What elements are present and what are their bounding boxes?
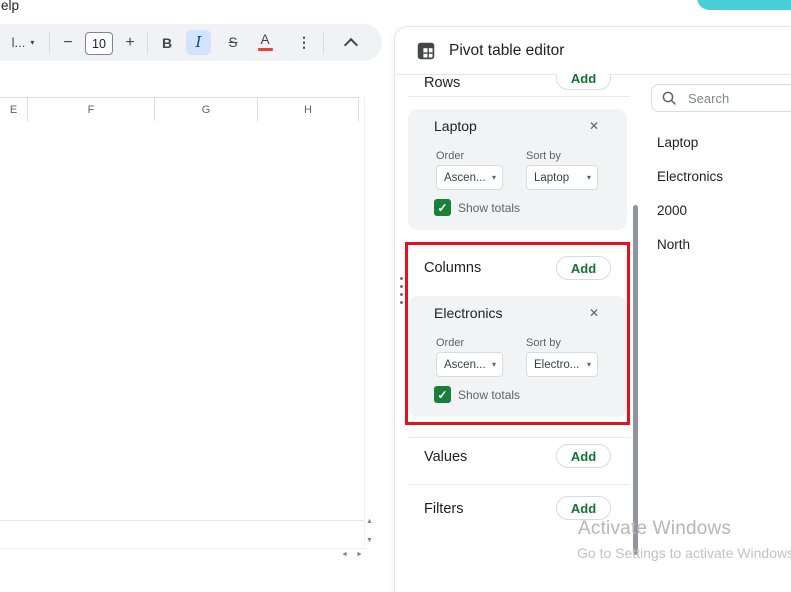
toolbar: l... ▾ − 10 + B I S A ⋮ [0, 24, 382, 61]
font-family-dropdown[interactable]: l... ▾ [0, 24, 46, 61]
rows-add-button[interactable]: Add [556, 74, 611, 90]
text-color-button[interactable]: A [252, 24, 278, 61]
chevron-down-icon: ▾ [491, 173, 496, 182]
section-divider [408, 96, 630, 97]
column-header-g[interactable]: G [155, 98, 258, 121]
column-header-e[interactable]: E [0, 98, 28, 121]
bold-button[interactable]: B [153, 24, 181, 61]
pivot-editor-header: Pivot table editor [395, 27, 791, 75]
sortby-dropdown[interactable]: Electro... ▾ [526, 352, 598, 377]
columns-add-button[interactable]: Add [556, 256, 611, 280]
chevron-down-icon: ▾ [586, 360, 591, 369]
filters-add-button[interactable]: Add [556, 496, 611, 520]
panel-scrollbar-thumb[interactable] [633, 205, 638, 555]
field-item-2000[interactable]: 2000 [657, 203, 687, 218]
toolbar-divider [323, 32, 324, 53]
decrease-font-size-button[interactable]: − [55, 24, 81, 61]
order-value: Ascen... [444, 358, 486, 371]
close-icon[interactable]: ✕ [585, 304, 603, 322]
toolbar-divider [147, 32, 148, 53]
rows-section-header: Rows Add [408, 74, 630, 96]
text-color-letter: A [260, 32, 270, 47]
sortby-value: Laptop [534, 171, 570, 184]
drag-dot-icon [399, 301, 403, 304]
sortby-label: Sort by [526, 150, 561, 162]
toolbar-divider [49, 32, 50, 53]
chevron-down-icon: ▾ [586, 173, 591, 182]
columns-label: Columns [424, 260, 482, 276]
sortby-value: Electro... [534, 358, 580, 371]
panel-resize-handle[interactable] [397, 277, 405, 304]
order-dropdown[interactable]: Ascen... ▾ [436, 352, 503, 377]
show-totals-label: Show totals [458, 201, 521, 215]
sortby-dropdown[interactable]: Laptop ▾ [526, 165, 598, 190]
close-icon[interactable]: ✕ [585, 117, 603, 135]
increase-font-size-button[interactable]: + [117, 24, 143, 61]
search-input[interactable] [686, 89, 790, 107]
sheet-canvas[interactable] [0, 121, 364, 520]
filters-label: Filters [424, 501, 464, 517]
sortby-label: Sort by [526, 337, 561, 349]
italic-button-active[interactable]: I [186, 30, 211, 55]
text-color-swatch [257, 48, 273, 51]
field-card-title: Electronics [434, 305, 503, 321]
scroll-left-icon[interactable]: ◄ [341, 551, 348, 558]
horizontal-scrollbar[interactable] [0, 548, 366, 564]
pivot-rows-field-card: Laptop ✕ Order Sort by Ascen... ▾ Laptop… [408, 109, 627, 230]
vertical-scrollbar[interactable] [364, 97, 381, 547]
section-divider [408, 437, 630, 438]
share-button[interactable] [697, 0, 791, 10]
field-item-laptop[interactable]: Laptop [657, 135, 698, 150]
pivot-columns-field-card: Electronics ✕ Order Sort by Ascen... ▾ E… [408, 296, 627, 417]
scroll-up-icon[interactable]: ▲ [366, 518, 373, 525]
show-totals-checkbox[interactable]: ✓ [434, 199, 451, 216]
column-header-f[interactable]: F [28, 98, 155, 121]
sheet-boundary-line [0, 520, 364, 521]
strikethrough-button[interactable]: S [219, 24, 247, 61]
collapse-toolbar-button[interactable] [337, 24, 365, 61]
values-label: Values [424, 449, 468, 465]
order-label: Order [436, 150, 465, 162]
section-divider [408, 484, 630, 485]
scroll-right-icon[interactable]: ► [356, 551, 363, 558]
values-add-button[interactable]: Add [556, 444, 611, 468]
font-size-input[interactable]: 10 [85, 32, 113, 55]
drag-dot-icon [399, 293, 403, 296]
chevron-down-icon: ▾ [30, 38, 35, 47]
google-sheets-window: elp l... ▾ − 10 + B I S A ⋮ E F G H ▲ ▼ … [0, 0, 791, 592]
column-header-h[interactable]: H [258, 98, 359, 121]
windows-activation-watermark: Activate Windows [578, 518, 732, 539]
column-headers: E F G H [0, 97, 359, 122]
drag-dot-icon [399, 285, 403, 288]
chevron-down-icon: ▾ [491, 360, 496, 369]
field-item-north[interactable]: North [657, 237, 690, 252]
drag-dot-icon [399, 277, 403, 280]
field-item-electronics[interactable]: Electronics [657, 169, 723, 184]
order-dropdown[interactable]: Ascen... ▾ [436, 165, 503, 190]
search-icon [662, 91, 676, 105]
chevron-up-icon [343, 37, 359, 52]
field-search-box[interactable] [651, 84, 791, 112]
font-family-value: l... [11, 35, 26, 50]
windows-activation-watermark-subtext: Go to Settings to activate Windows [577, 545, 791, 561]
help-menu[interactable]: elp [1, 0, 19, 13]
order-label: Order [436, 337, 465, 349]
order-value: Ascen... [444, 171, 486, 184]
show-totals-label: Show totals [458, 388, 521, 402]
rows-label: Rows [424, 75, 461, 91]
scroll-down-icon[interactable]: ▼ [366, 537, 373, 544]
show-totals-checkbox[interactable]: ✓ [434, 386, 451, 403]
more-options-button[interactable]: ⋮ [294, 24, 314, 61]
panel-title: Pivot table editor [449, 41, 565, 59]
pivot-table-icon [417, 42, 435, 59]
field-card-title: Laptop [434, 118, 477, 134]
